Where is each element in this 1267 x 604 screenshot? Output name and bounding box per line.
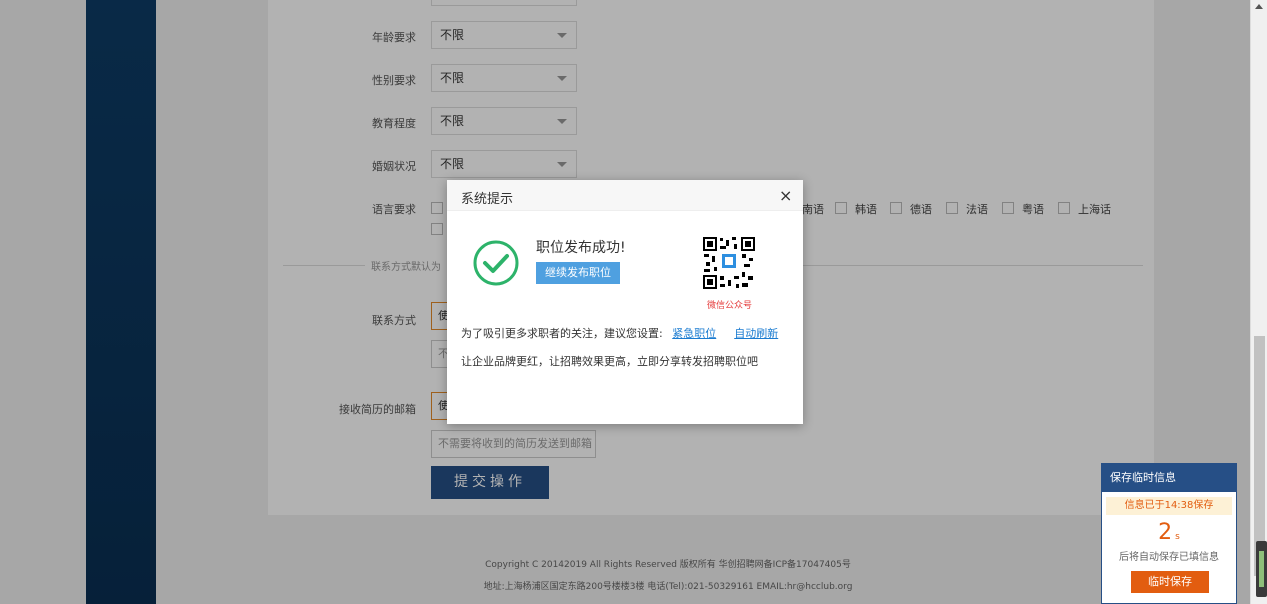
dialog-header: 系统提示 × xyxy=(447,180,803,211)
save-status: 信息已于14:38保存 xyxy=(1106,497,1232,515)
suggestion-line: 为了吸引更多求职者的关注，建议您设置: 紧急职位 自动刷新 xyxy=(461,325,778,341)
scroll-thumb[interactable] xyxy=(1254,336,1265,576)
side-widget[interactable] xyxy=(1256,541,1267,597)
countdown-unit: s xyxy=(1175,532,1180,542)
close-icon[interactable]: × xyxy=(779,186,792,205)
scroll-up-icon[interactable] xyxy=(1255,4,1263,9)
share-text: 让企业品牌更红，让招聘效果更高，立即分享转发招聘职位吧 xyxy=(461,355,758,368)
continue-publish-button[interactable]: 继续发布职位 xyxy=(536,262,620,284)
countdown-number: 2 xyxy=(1158,520,1173,545)
temp-save-panel: 保存临时信息 信息已于14:38保存 2s 后将自动保存已填信息 临时保存 xyxy=(1101,463,1237,604)
success-message: 职位发布成功! xyxy=(536,240,626,256)
success-check-icon xyxy=(473,240,519,286)
scrollbar[interactable] xyxy=(1250,0,1267,604)
countdown: 2s xyxy=(1102,520,1236,545)
auto-save-text: 后将自动保存已填信息 xyxy=(1119,552,1219,563)
auto-refresh-link[interactable]: 自动刷新 xyxy=(734,327,778,340)
qr-code-icon xyxy=(702,236,756,290)
dialog-title: 系统提示 xyxy=(461,192,514,207)
suggestion-text: 为了吸引更多求职者的关注，建议您设置: xyxy=(461,327,663,340)
temp-save-title: 保存临时信息 xyxy=(1102,464,1236,492)
urgent-job-link[interactable]: 紧急职位 xyxy=(672,327,716,340)
temp-save-button[interactable]: 临时保存 xyxy=(1131,571,1209,593)
qr-caption: 微信公众号 xyxy=(707,301,753,311)
system-dialog: 系统提示 × 职位发布成功! 继续发布职位 微信公众号 为了吸引更多求职者的关注… xyxy=(447,180,803,424)
